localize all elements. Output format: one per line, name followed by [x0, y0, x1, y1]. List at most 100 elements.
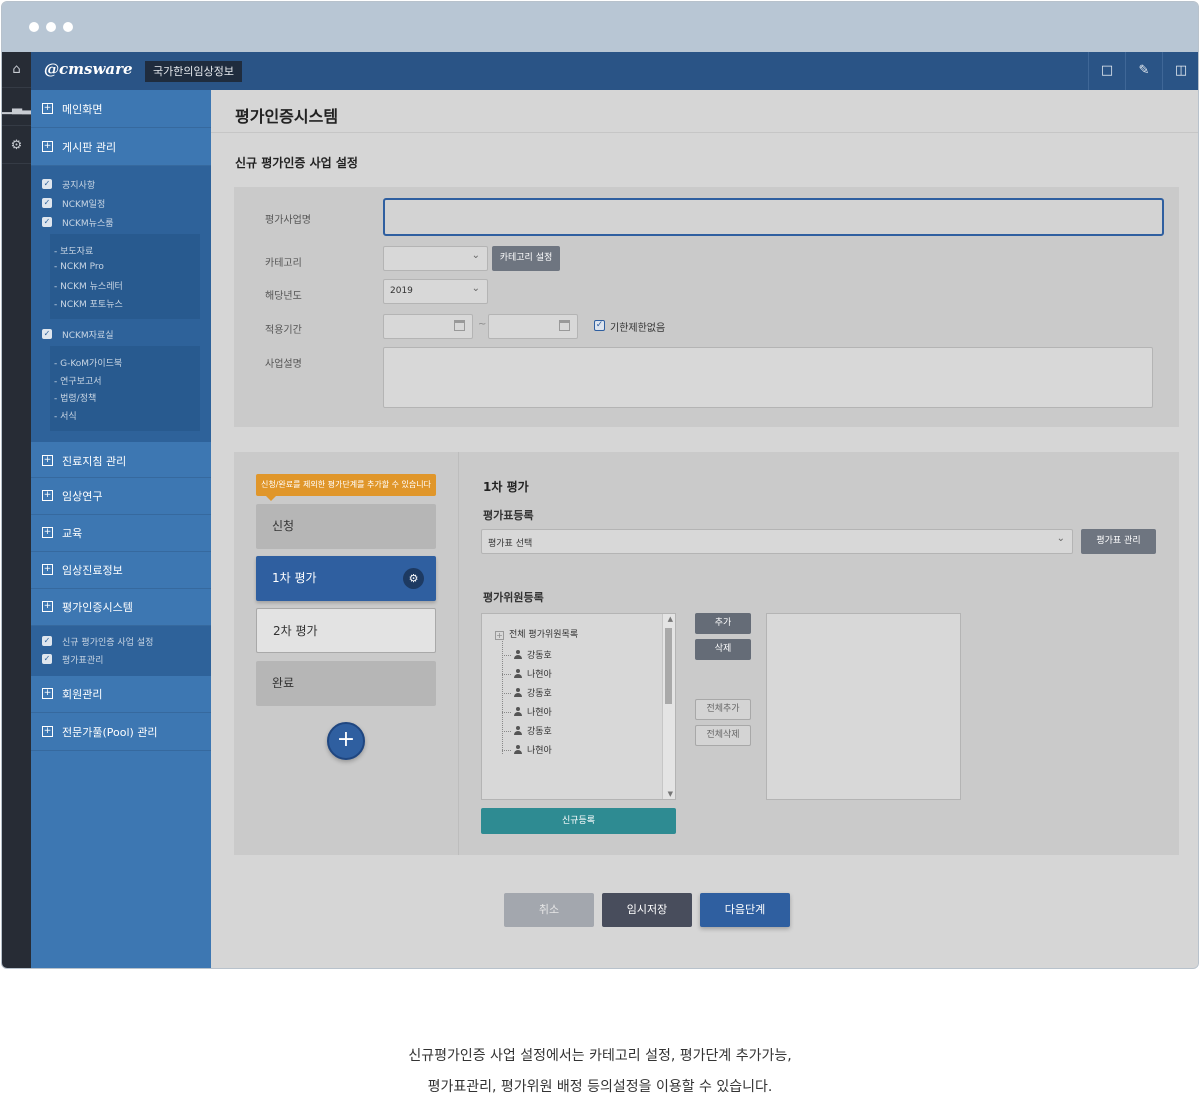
gear-icon[interactable]: ⚙	[403, 568, 424, 589]
tree-item[interactable]: 강동호	[502, 648, 552, 661]
edit-icon[interactable]: ✎	[1125, 52, 1162, 90]
expand-icon: +	[42, 490, 53, 501]
period-separator: ~	[478, 319, 487, 330]
eval-sheet-select[interactable]: 평가표 선택 ⌄	[481, 529, 1073, 554]
submenu-item[interactable]: - NCKM Pro	[54, 262, 104, 272]
submenu-item[interactable]: - NCKM 포토뉴스	[54, 297, 123, 310]
submenu-item[interactable]: - 연구보고서	[54, 374, 102, 387]
stage-label: 2차 평가	[273, 624, 318, 638]
temp-save-button[interactable]: 임시저장	[602, 893, 692, 927]
board-submenu: ✓ 공지사항 ✓ NCKM일정 ✓ NCKM뉴스룸 - 보도자료 - NCKM …	[31, 166, 211, 442]
tree-item[interactable]: 나현아	[502, 705, 552, 718]
sidebar-item-label: 전문가풀(Pool) 관리	[62, 726, 158, 739]
app-window: ⌂ ▁▃▂ ⚙ @cmsware 국가한의임상정보 □ ✎ ◫ + 메인화면 +…	[1, 1, 1199, 969]
stage-second-eval[interactable]: 2차 평가	[256, 608, 436, 653]
stage-label: 1차 평가	[272, 571, 317, 585]
monitor-icon[interactable]: □	[1088, 52, 1125, 90]
sidebar-item-guideline[interactable]: + 진료지침 관리	[31, 442, 211, 478]
window-dot	[63, 22, 73, 32]
field-label: 평가사업명	[265, 215, 311, 226]
submenu-item[interactable]: - G-KoM가이드북	[54, 356, 122, 369]
sidebar-item-main[interactable]: + 메인화면	[31, 90, 211, 128]
stage-complete[interactable]: 완료	[256, 661, 436, 706]
caption-line: 평가표관리, 평가위원 배정 등의설정을 이용할 수 있습니다.	[427, 1079, 773, 1095]
window-titlebar	[2, 2, 1198, 52]
field-label: 적용기간	[265, 325, 302, 336]
expand-icon: +	[42, 103, 53, 114]
project-name-input[interactable]	[383, 198, 1164, 236]
check-icon: ✓	[42, 654, 52, 664]
sidebar-item-board[interactable]: + 게시판 관리	[31, 128, 211, 166]
submenu-item-archive[interactable]: NCKM자료실	[62, 328, 114, 341]
project-form: 평가사업명 카테고리 ⌄ 카테고리 설정 해당년도 2019 ⌄ 적용기간 ~	[234, 187, 1179, 427]
chevron-down-icon: ⌄	[1056, 533, 1065, 544]
submenu-item[interactable]: - 서식	[54, 409, 77, 422]
category-select[interactable]: ⌄	[383, 246, 488, 271]
scroll-down-icon[interactable]: ▼	[668, 790, 673, 798]
plus-icon: +	[336, 727, 356, 752]
person-icon	[514, 707, 522, 716]
scroll-thumb[interactable]	[665, 628, 672, 704]
sidebar-item-label: 진료지침 관리	[62, 455, 127, 468]
stage-label: 완료	[272, 676, 295, 690]
check-icon: ✓	[42, 636, 52, 646]
remove-all-button[interactable]: 전체삭제	[695, 725, 751, 746]
expand-icon: +	[42, 527, 53, 538]
person-icon	[514, 688, 522, 697]
submenu-item[interactable]: - 법령/정책	[54, 391, 96, 404]
tree-item[interactable]: 나현아	[502, 667, 552, 680]
gear-icon[interactable]: ⚙	[2, 128, 31, 164]
sidebar-item-clinical-research[interactable]: + 임상연구	[31, 478, 211, 515]
tree-root[interactable]: + 전체 평가위원목록	[495, 627, 578, 640]
stage-first-eval[interactable]: 1차 평가 ⚙	[256, 556, 436, 601]
scroll-up-icon[interactable]: ▲	[668, 615, 673, 623]
submenu-item-newsroom[interactable]: NCKM뉴스룸	[62, 216, 114, 229]
description-textarea[interactable]	[383, 347, 1153, 408]
sidebar-item-member[interactable]: + 회원관리	[31, 676, 211, 713]
sidebar-item-clinical-info[interactable]: + 임상진료정보	[31, 552, 211, 589]
no-limit-checkbox[interactable]: ✓	[594, 320, 605, 331]
check-icon: ✓	[42, 179, 52, 189]
category-settings-button[interactable]: 카테고리 설정	[492, 246, 560, 271]
sidebar-item-label: 교육	[62, 527, 83, 540]
assigned-members-list[interactable]	[766, 613, 961, 800]
sidebar-item-eval-system[interactable]: + 평가인증시스템	[31, 589, 211, 626]
year-value: 2019	[390, 286, 413, 296]
briefcase-icon[interactable]: ◫	[1162, 52, 1198, 90]
remove-member-button[interactable]: 삭제	[695, 639, 751, 660]
sidebar-item-label: 평가인증시스템	[62, 601, 133, 614]
scrollbar[interactable]: ▲ ▼	[662, 614, 675, 799]
add-all-button[interactable]: 전체추가	[695, 699, 751, 720]
chart-icon[interactable]: ▁▃▂	[2, 90, 32, 126]
add-member-button[interactable]: 추가	[695, 613, 751, 634]
tree-item[interactable]: 나현아	[502, 743, 552, 756]
submenu-item-eval-sheet[interactable]: 평가표관리	[62, 653, 103, 666]
calendar-icon[interactable]	[454, 320, 465, 331]
submenu-item[interactable]: - 보도자료	[54, 244, 93, 257]
home-icon[interactable]: ⌂	[2, 52, 31, 88]
submenu-item-notice[interactable]: 공지사항	[62, 178, 95, 191]
submenu-item-schedule[interactable]: NCKM일정	[62, 197, 105, 210]
submenu-item-new-eval[interactable]: 신규 평가인증 사업 설정	[62, 635, 153, 648]
period-end-input[interactable]	[488, 314, 578, 339]
period-start-input[interactable]	[383, 314, 473, 339]
caption-line: 신규평가인증 사업 설정에서는 카테고리 설정, 평가단계 추가가능,	[408, 1048, 792, 1064]
year-select[interactable]: 2019 ⌄	[383, 279, 488, 304]
window-dot	[46, 22, 56, 32]
logo[interactable]: @cmsware	[44, 60, 133, 78]
add-stage-tooltip: 신청/완료를 제외한 평가단계를 추가할 수 있습니다	[256, 474, 436, 501]
stage-apply[interactable]: 신청	[256, 504, 436, 549]
sidebar-item-education[interactable]: + 교육	[31, 515, 211, 552]
cancel-button[interactable]: 취소	[504, 893, 594, 927]
tree-item[interactable]: 강동호	[502, 724, 552, 737]
expand-icon[interactable]: +	[495, 631, 504, 640]
eval-sheet-manage-button[interactable]: 평가표 관리	[1081, 529, 1156, 554]
calendar-icon[interactable]	[559, 320, 570, 331]
register-button[interactable]: 신규등록	[481, 808, 676, 834]
tree-item[interactable]: 강동호	[502, 686, 552, 699]
committee-tree[interactable]: + 전체 평가위원목록 강동호 나현아 강동호 나현아 강동호 나현아 ▲ ▼	[481, 613, 676, 800]
submenu-item[interactable]: - NCKM 뉴스레터	[54, 279, 123, 292]
add-stage-button[interactable]: +	[327, 722, 365, 760]
next-step-button[interactable]: 다음단계	[700, 893, 790, 927]
sidebar-item-expert-pool[interactable]: + 전문가풀(Pool) 관리	[31, 713, 211, 751]
